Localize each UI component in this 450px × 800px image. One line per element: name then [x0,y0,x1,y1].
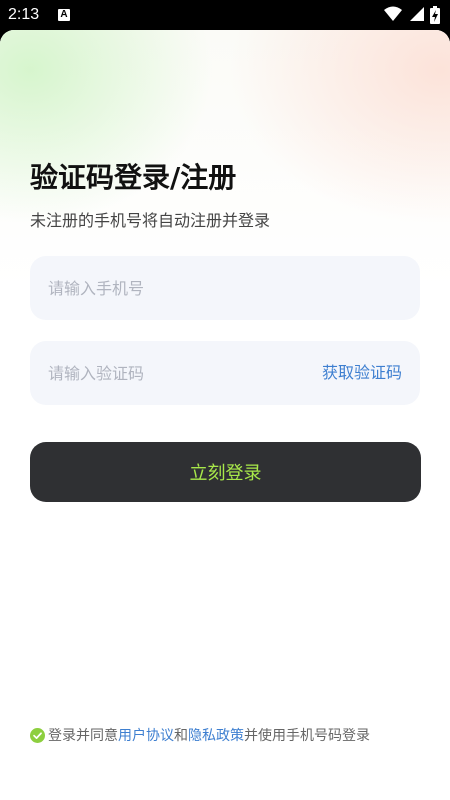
status-time: 2:13 [8,6,40,23]
phone-field [30,256,420,320]
phone-input[interactable] [48,256,408,320]
check-circle-icon[interactable] [30,727,45,743]
get-code-button[interactable]: 获取验证码 [322,341,402,405]
battery-charging-icon [430,6,440,24]
code-field: 获取验证码 [30,341,420,405]
agreement-and: 和 [174,728,188,744]
agreement: 登录并同意用户协议和隐私政策并使用手机号码登录 [30,724,430,748]
signal-icon [410,7,424,21]
status-bar: 2:13 A [0,0,450,30]
code-input[interactable] [48,341,298,405]
agreement-prefix: 登录并同意 [48,728,118,744]
a-icon: A [58,9,70,21]
login-button[interactable]: 立刻登录 [30,442,421,502]
page-subtitle: 未注册的手机号将自动注册并登录 [30,211,271,230]
user-agreement-link[interactable]: 用户协议 [118,728,174,744]
login-screen: 验证码登录/注册 未注册的手机号将自动注册并登录 获取验证码 立刻登录 登录并同… [0,30,450,800]
privacy-policy-link[interactable]: 隐私政策 [188,728,244,744]
status-icons [378,6,440,24]
agreement-suffix: 并使用手机号码登录 [244,728,370,744]
page-title: 验证码登录/注册 [30,161,237,194]
wifi-icon [384,6,402,21]
